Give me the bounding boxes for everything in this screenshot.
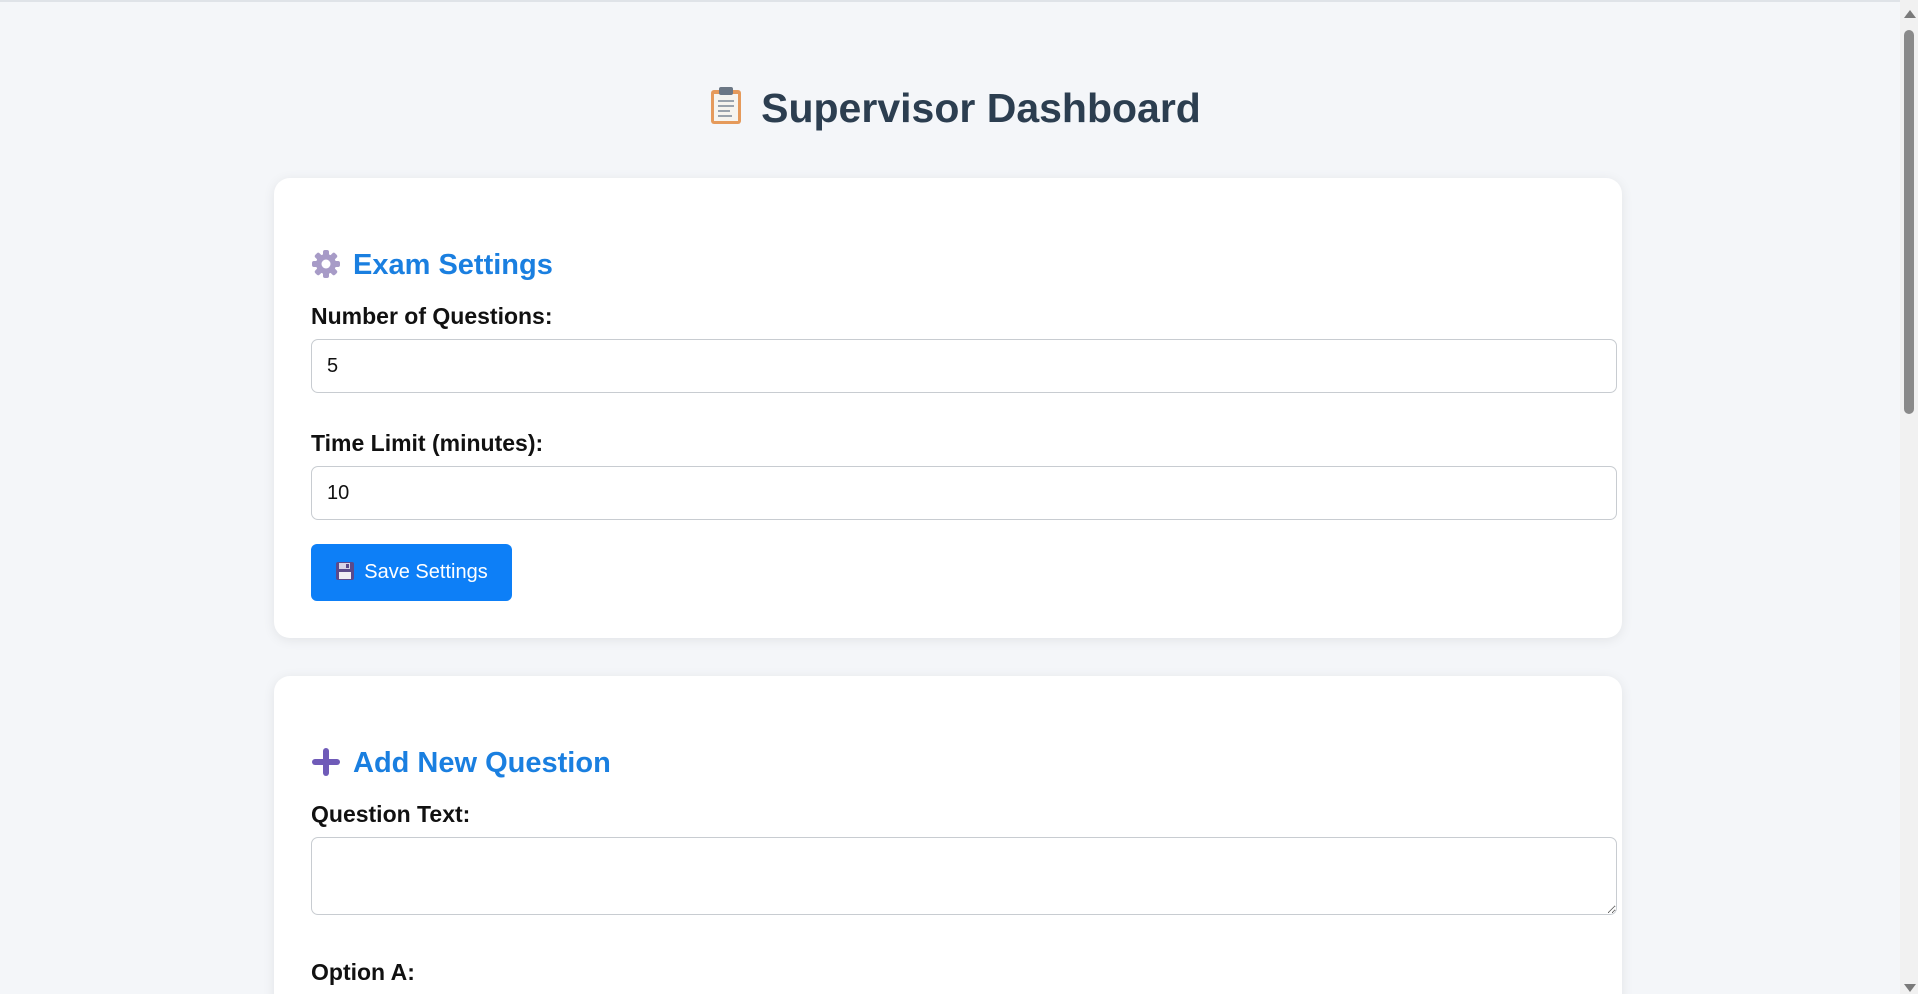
option-a-label: Option A: — [311, 959, 415, 985]
question-text-input[interactable] — [311, 837, 1617, 915]
time-limit-label: Time Limit (minutes): — [311, 430, 544, 456]
scroll-up-arrow-icon[interactable] — [1904, 10, 1916, 18]
top-divider — [0, 0, 1900, 2]
exam-settings-card: Exam Settings Number of Questions: Time … — [274, 178, 1622, 638]
num-questions-label: Number of Questions: — [311, 303, 553, 329]
exam-settings-heading-text: Exam Settings — [353, 249, 553, 281]
page-viewport: Supervisor Dashboard Exam Settings Numbe… — [0, 0, 1900, 994]
num-questions-input[interactable] — [311, 339, 1617, 393]
exam-settings-heading: Exam Settings — [311, 247, 553, 283]
add-question-card: Add New Question Question Text: Option A… — [274, 676, 1622, 994]
floppy-disk-icon — [335, 561, 355, 581]
add-question-heading: Add New Question — [311, 745, 611, 781]
page-title-text: Supervisor Dashboard — [761, 85, 1201, 131]
vertical-scrollbar[interactable] — [1900, 0, 1918, 994]
question-text-label: Question Text: — [311, 801, 471, 827]
gear-icon — [311, 249, 341, 279]
time-limit-input[interactable] — [311, 466, 1617, 520]
clipboard-icon — [709, 83, 743, 139]
scroll-thumb[interactable] — [1904, 30, 1914, 414]
page-title: Supervisor Dashboard — [0, 80, 1900, 139]
add-question-heading-text: Add New Question — [353, 747, 611, 779]
scroll-down-arrow-icon[interactable] — [1904, 984, 1916, 992]
save-settings-label: Save Settings — [364, 561, 488, 583]
plus-icon — [311, 747, 341, 777]
save-settings-button[interactable]: Save Settings — [311, 544, 512, 601]
